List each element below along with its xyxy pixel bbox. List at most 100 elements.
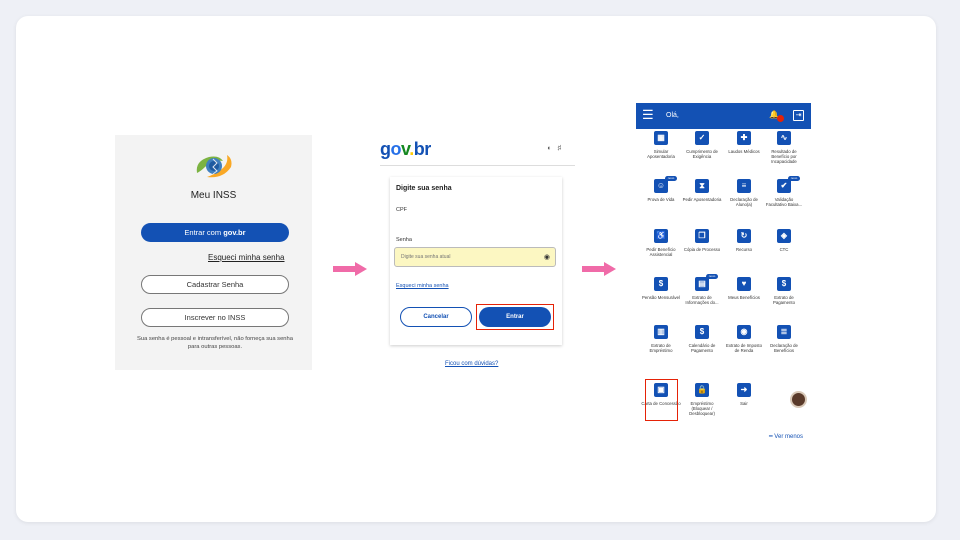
payment-statement-icon: $ <box>777 277 791 291</box>
service-item[interactable]: ▤ novo Extrato de Informações do... <box>682 274 722 306</box>
meu-inss-app-panel: ▦ Simular Aposentadoria ✓ Cumprimento de Ex… <box>636 103 811 443</box>
service-item[interactable]: ≡ Declaração de Aluno(a) <box>724 179 764 207</box>
eye-icon[interactable]: ◉ <box>544 253 550 261</box>
highlight-box <box>645 379 678 421</box>
password-input[interactable] <box>401 254 531 260</box>
security-note: Sua senha é pessoal e intransferível, nã… <box>137 336 293 350</box>
service-label: Cumprimento de Exigência <box>686 149 718 160</box>
logout-icon: ➜ <box>737 383 751 397</box>
benefits-icon: ♥ <box>737 277 751 291</box>
appeal-icon: ↻ <box>737 229 751 243</box>
password-label: Senha <box>396 237 412 243</box>
service-item[interactable]: ↻ Recurso <box>724 229 764 252</box>
document-icon: ≡ <box>737 179 751 193</box>
tax-icon: ◉ <box>737 325 751 339</box>
certificate-icon: ◈ <box>777 229 791 243</box>
service-label: Extrato de Imposto de Renda <box>725 343 763 354</box>
service-label: Simular Aposentadoria <box>647 149 675 160</box>
statement-icon: ▤ <box>695 277 709 291</box>
medical-report-icon: ✚ <box>737 131 751 145</box>
new-badge: novo <box>665 176 677 181</box>
inss-logo-icon <box>196 155 232 178</box>
contrast-icon[interactable]: ◐ <box>547 145 551 152</box>
wheelchair-icon: ♿ <box>654 229 668 243</box>
logo-letter: g <box>380 139 391 159</box>
service-item[interactable]: ≣ Declaração de Benefícios <box>764 325 804 353</box>
service-item[interactable]: $ Extrato de Pagamento <box>764 277 804 305</box>
meu-inss-login-panel: Meu INSS Entrar com gov.br Esqueci minha… <box>115 135 312 370</box>
doubts-link[interactable]: Ficou com dúvidas? <box>445 361 498 367</box>
service-item[interactable]: ☺ novo Prova de Vida <box>641 176 681 202</box>
service-label: Pensão Mensurável <box>642 295 680 300</box>
see-less-link[interactable]: ━ Ver menos <box>769 433 803 440</box>
service-item[interactable]: ⧗ Pedir Aposentadoria <box>682 179 722 202</box>
accessibility-icon[interactable]: ♯ <box>558 145 562 152</box>
service-label: Extrato de Empréstimo <box>649 343 673 354</box>
form-heading: Digite sua senha <box>396 185 452 192</box>
check-icon: ✓ <box>695 131 709 145</box>
hamburger-menu-icon[interactable]: ☰ <box>642 108 654 122</box>
service-item[interactable]: $ Pensão Mensurável <box>641 277 681 300</box>
forgot-password-link[interactable]: Esqueci minha senha <box>208 253 285 262</box>
service-item[interactable]: ◈ CTC <box>764 229 804 252</box>
loan-statement-icon: ▥ <box>654 325 668 339</box>
service-item[interactable]: ♿ Pedir Benefício Assistencial <box>641 229 681 257</box>
service-label: Recurso <box>735 247 752 252</box>
password-field[interactable]: ◉ <box>394 247 556 267</box>
login-brand: gov.br <box>223 228 246 237</box>
service-item[interactable]: 🔒 Empréstimo (Bloquear / Desbloquear) <box>682 383 722 417</box>
enter-button[interactable]: Entrar <box>479 307 551 327</box>
logo-letter: o <box>390 139 402 159</box>
calculator-icon: ▦ <box>654 131 668 145</box>
service-item[interactable]: ♥ Meus Benefícios <box>724 277 764 300</box>
logo-letter: v <box>401 139 410 159</box>
forgot-password-link[interactable]: Esqueci minha senha <box>396 283 449 289</box>
govbr-logo: gov.br <box>380 139 431 160</box>
service-item[interactable]: ✚ Laudos Médicos <box>724 131 764 154</box>
service-label: Pedir Aposentadoria <box>682 197 722 202</box>
register-password-button[interactable]: Cadastrar Senha <box>141 275 289 294</box>
app-title: Meu INSS <box>190 190 237 201</box>
exit-icon[interactable]: ⇥ <box>793 110 804 121</box>
service-label: Pedir Benefício Assistencial <box>646 247 676 258</box>
password-form: Digite sua senha CPF Senha ◉ Esqueci min… <box>390 177 562 345</box>
copy-icon: ❐ <box>695 229 709 243</box>
header-divider <box>380 165 575 166</box>
logo-letter: br <box>413 139 432 159</box>
arrow-right-icon <box>582 262 616 276</box>
service-item[interactable]: ❐ Cópia de Processo <box>682 229 722 252</box>
service-label: Resultado de Benefício por Incapacidade <box>771 149 797 165</box>
service-label: Extrato de Informações do... <box>685 295 719 306</box>
subscribe-inss-button[interactable]: Inscrever no INSS <box>141 308 289 327</box>
service-item[interactable]: ∿ Resultado de Benefício por Incapacidade <box>764 131 804 165</box>
greeting: Olá, <box>666 112 679 119</box>
service-item[interactable]: ✔ novo Validação Facultativo Baixa... <box>764 176 804 208</box>
service-label: Validação Facultativo Baixa... <box>765 197 803 208</box>
cancel-button[interactable]: Cancelar <box>400 307 472 327</box>
hand-coin-icon: $ <box>654 277 668 291</box>
arrow-right-icon <box>333 262 367 276</box>
service-item[interactable]: $ Calendário de Pagamento <box>682 325 722 353</box>
service-item[interactable]: ▥ Extrato de Empréstimo <box>641 325 681 353</box>
govbr-login-panel: gov.br ◐ ♯ Digite sua senha CPF Senha ◉ … <box>380 135 575 375</box>
calendar-icon: $ <box>695 325 709 339</box>
service-label: Extrato de Pagamento <box>773 295 795 306</box>
user-check-icon: ✔ <box>777 179 791 193</box>
service-label: Prova de Vida <box>647 197 675 202</box>
notification-dot <box>777 115 784 122</box>
service-label: Cópia de Processo <box>683 247 721 252</box>
lock-hand-icon: 🔒 <box>695 383 709 397</box>
service-item[interactable]: ◉ Extrato de Imposto de Renda <box>724 325 764 353</box>
face-scan-icon: ☺ <box>654 179 668 193</box>
avatar[interactable] <box>790 391 807 408</box>
service-label: Declaração de Aluno(a) <box>730 197 758 208</box>
service-label: Calendário de Pagamento <box>688 343 716 354</box>
service-label: Meus Benefícios <box>728 295 760 300</box>
header-icons: ◐ ♯ <box>547 145 561 152</box>
login-govbr-button[interactable]: Entrar com gov.br <box>141 223 289 242</box>
service-label: Sair <box>740 401 748 406</box>
service-item[interactable]: ➜ Sair <box>724 383 764 406</box>
app-topbar: ☰ Olá, 🔔 ⇥ <box>636 103 811 129</box>
service-item[interactable]: ▦ Simular Aposentadoria <box>641 131 681 159</box>
service-item[interactable]: ✓ Cumprimento de Exigência <box>682 131 722 159</box>
